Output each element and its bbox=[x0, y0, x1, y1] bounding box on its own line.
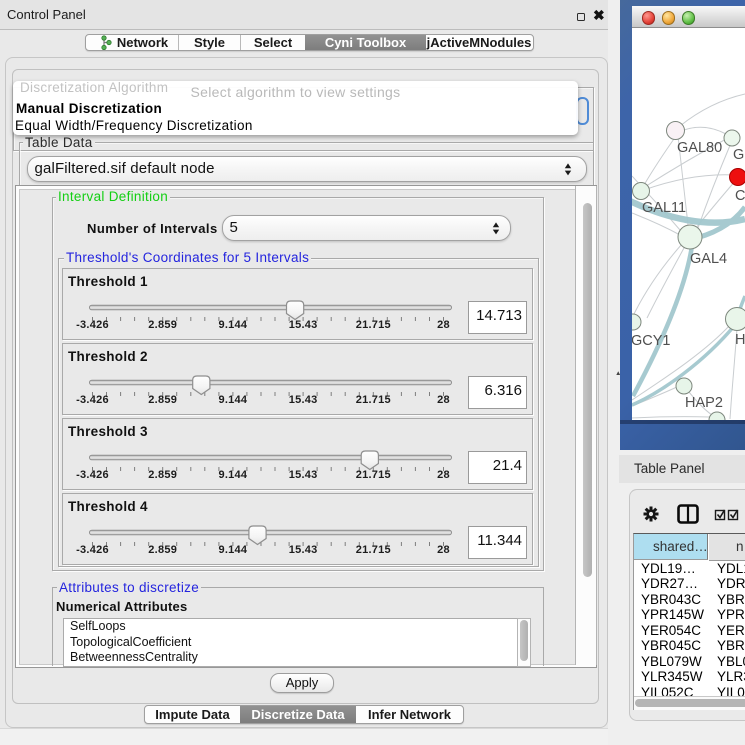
svg-text:-3.426: -3.426 bbox=[76, 394, 109, 406]
svg-text:9.144: 9.144 bbox=[218, 469, 247, 481]
svg-text:28: 28 bbox=[437, 544, 450, 556]
svg-text:28: 28 bbox=[437, 469, 450, 481]
svg-text:GAL4: GAL4 bbox=[690, 251, 727, 267]
svg-text:21.715: 21.715 bbox=[355, 544, 390, 556]
svg-text:15.43: 15.43 bbox=[288, 544, 317, 556]
svg-text:G.: G. bbox=[733, 147, 745, 163]
svg-text:GCY1: GCY1 bbox=[632, 333, 671, 349]
svg-text:28: 28 bbox=[437, 319, 450, 331]
svg-text:C: C bbox=[735, 188, 745, 204]
svg-text:2.859: 2.859 bbox=[148, 544, 177, 556]
svg-text:H: H bbox=[735, 332, 745, 348]
svg-text:9.144: 9.144 bbox=[218, 319, 247, 331]
svg-text:-3.426: -3.426 bbox=[76, 544, 109, 556]
svg-text:21.715: 21.715 bbox=[355, 394, 390, 406]
svg-text:2.859: 2.859 bbox=[148, 394, 177, 406]
svg-text:15.43: 15.43 bbox=[288, 394, 317, 406]
svg-text:15.43: 15.43 bbox=[288, 469, 317, 481]
svg-text:9.144: 9.144 bbox=[218, 544, 247, 556]
svg-text:GAL11: GAL11 bbox=[642, 200, 686, 216]
svg-text:-3.426: -3.426 bbox=[76, 319, 109, 331]
svg-text:HAP2: HAP2 bbox=[685, 395, 723, 411]
svg-text:15.43: 15.43 bbox=[288, 319, 317, 331]
svg-text:-3.426: -3.426 bbox=[76, 469, 109, 481]
svg-text:GAL80: GAL80 bbox=[677, 140, 722, 156]
svg-text:2.859: 2.859 bbox=[148, 469, 177, 481]
svg-text:21.715: 21.715 bbox=[355, 469, 390, 481]
svg-text:21.715: 21.715 bbox=[355, 319, 390, 331]
svg-text:2.859: 2.859 bbox=[148, 319, 177, 331]
svg-text:9.144: 9.144 bbox=[218, 394, 247, 406]
svg-text:28: 28 bbox=[437, 394, 450, 406]
